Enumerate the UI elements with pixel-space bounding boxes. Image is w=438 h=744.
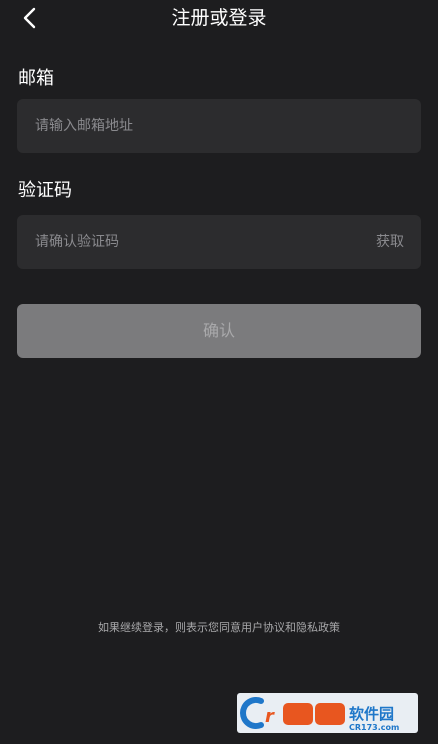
code-label: 验证码 <box>18 180 72 201</box>
watermark-logo: r 软件园 CR173.com <box>237 693 418 733</box>
email-label: 邮箱 <box>18 68 54 89</box>
confirm-button[interactable]: 确认 <box>17 304 421 358</box>
get-code-button[interactable]: 获取 <box>376 215 404 269</box>
page-title: 注册或登录 <box>171 7 267 29</box>
code-input-container[interactable]: 获取 <box>17 215 421 269</box>
agreement-text[interactable]: 如果继续登录，则表示您同意用户协议和隐私政策 <box>0 620 438 636</box>
svg-text:r: r <box>265 706 275 727</box>
app-header: 注册或登录 <box>0 0 438 38</box>
code-input[interactable] <box>35 215 355 269</box>
email-input-container[interactable] <box>17 99 421 153</box>
watermark-url: CR173.com <box>349 723 399 732</box>
email-input[interactable] <box>35 99 355 153</box>
watermark-brand: 软件园 <box>349 705 394 723</box>
